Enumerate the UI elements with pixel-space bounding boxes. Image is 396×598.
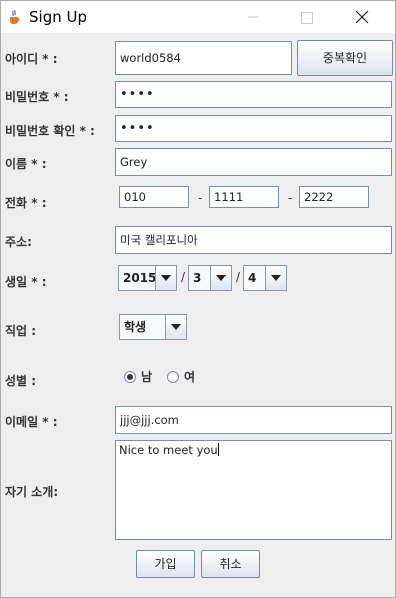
address-input[interactable]: 미국 캘리포니아 bbox=[115, 226, 392, 254]
phone-last-input[interactable]: 2222 bbox=[299, 186, 369, 208]
minimize-button[interactable] bbox=[230, 1, 276, 33]
job-value: 학생 bbox=[124, 320, 147, 334]
gender-male-label: 남 bbox=[141, 370, 153, 384]
job-select[interactable]: 학생 bbox=[119, 314, 187, 340]
birth-month-select[interactable]: 3 bbox=[188, 265, 232, 291]
chevron-down-icon bbox=[216, 275, 226, 281]
birth-year-value: 2015 bbox=[123, 271, 157, 285]
intro-text: Nice to meet you bbox=[119, 443, 218, 457]
phone-separator: - bbox=[288, 191, 293, 205]
birth-day-select[interactable]: 4 bbox=[243, 265, 287, 291]
dropdown-arrow[interactable] bbox=[210, 266, 231, 290]
password-input[interactable]: •••• bbox=[115, 81, 392, 108]
email-label: 이메일 * : bbox=[5, 415, 58, 429]
chevron-down-icon bbox=[171, 324, 181, 330]
gender-female-label: 여 bbox=[184, 370, 196, 384]
chevron-down-icon bbox=[271, 275, 281, 281]
duplicate-check-button[interactable]: 중복확인 bbox=[297, 40, 393, 76]
close-icon bbox=[355, 10, 369, 24]
chevron-down-icon bbox=[161, 275, 171, 281]
phone-label: 전화 * : bbox=[5, 196, 47, 210]
email-input[interactable]: jjj@jjj.com bbox=[115, 406, 392, 434]
maximize-icon bbox=[301, 12, 313, 24]
title-bar: Sign Up bbox=[1, 1, 395, 33]
intro-textarea[interactable]: Nice to meet you bbox=[115, 440, 392, 540]
text-caret bbox=[217, 443, 219, 456]
birth-label: 생일 * : bbox=[5, 275, 47, 289]
id-label: 아이디 * : bbox=[5, 52, 58, 66]
maximize-button[interactable] bbox=[284, 1, 330, 33]
phone-separator: - bbox=[198, 191, 203, 205]
birth-separator: / bbox=[181, 270, 186, 284]
dropdown-arrow[interactable] bbox=[155, 266, 176, 290]
java-cup-icon bbox=[10, 9, 20, 24]
minimize-icon bbox=[248, 16, 258, 18]
birth-separator: / bbox=[236, 270, 241, 284]
name-input[interactable]: Grey bbox=[115, 148, 392, 176]
password-confirm-label: 비밀번호 확인 * : bbox=[5, 124, 95, 138]
close-button[interactable] bbox=[339, 1, 385, 33]
phone-first-input[interactable]: 010 bbox=[119, 186, 189, 208]
birth-month-value: 3 bbox=[193, 271, 202, 285]
gender-label: 성별 : bbox=[5, 374, 37, 388]
gender-male-radio[interactable] bbox=[124, 371, 136, 383]
password-label: 비밀번호 * : bbox=[5, 90, 69, 104]
phone-middle-input[interactable]: 1111 bbox=[209, 186, 279, 208]
signup-window: Sign Up 아이디 * : world0584 중복확인 비밀번호 * : … bbox=[0, 0, 396, 598]
form-panel: 아이디 * : world0584 중복확인 비밀번호 * : •••• 비밀번… bbox=[1, 33, 395, 597]
address-label: 주소: bbox=[5, 235, 32, 249]
dropdown-arrow[interactable] bbox=[165, 315, 186, 339]
intro-label: 자기 소개: bbox=[5, 485, 59, 499]
cancel-button[interactable]: 취소 bbox=[201, 550, 260, 578]
dropdown-arrow[interactable] bbox=[265, 266, 286, 290]
birth-year-select[interactable]: 2015 bbox=[118, 265, 177, 291]
join-button[interactable]: 가입 bbox=[136, 550, 195, 578]
password-confirm-input[interactable]: •••• bbox=[115, 115, 392, 142]
job-label: 직업 : bbox=[5, 324, 37, 338]
name-label: 이름 * : bbox=[5, 157, 47, 171]
window-title: Sign Up bbox=[29, 8, 87, 26]
birth-day-value: 4 bbox=[248, 271, 257, 285]
gender-female-radio[interactable] bbox=[167, 371, 179, 383]
id-input[interactable]: world0584 bbox=[115, 41, 292, 75]
